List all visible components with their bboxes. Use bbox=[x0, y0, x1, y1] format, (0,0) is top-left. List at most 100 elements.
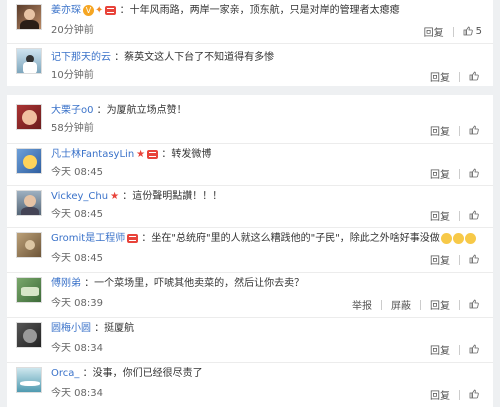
comment-text: ：一个菜场里，吓唬其他卖菜的，然后让你去卖？ bbox=[84, 278, 305, 289]
reply-button[interactable]: 回复 bbox=[427, 69, 453, 84]
comment-item: 凡士林FantasyLin ★ ：转发微博 今天 08:45 回复 bbox=[7, 143, 493, 185]
like-button[interactable]: 5 bbox=[460, 26, 485, 37]
comment-time: 今天 08:39 bbox=[51, 298, 103, 309]
username-link[interactable]: Gromit是工程师 bbox=[51, 233, 125, 244]
comment-line: 大栗子o0 ：为厦航立场点赞！ bbox=[51, 104, 483, 118]
comment-actions: 回复 bbox=[427, 252, 485, 267]
thumbs-up-icon bbox=[469, 210, 479, 220]
thumbs-up-icon bbox=[469, 125, 479, 135]
reply-button[interactable]: 回复 bbox=[427, 166, 453, 181]
comment-text: ：挺厦航 bbox=[94, 323, 135, 334]
like-button[interactable] bbox=[466, 125, 485, 136]
username-link[interactable]: 圆梅小圆 bbox=[51, 323, 91, 334]
avatar[interactable] bbox=[16, 190, 42, 216]
comment-line: 姜亦琛 V ✦ ：十年风雨路，两岸一家亲，顶东航，只是对岸的管理者太瘪瘪 bbox=[51, 4, 483, 18]
comment-time: 今天 08:34 bbox=[51, 343, 103, 354]
like-button[interactable] bbox=[466, 254, 485, 265]
comments-panel-bottom: 大栗子o0 ：为厦航立场点赞！ 58分钟前 回复 凡士林FantasyLin ★ … bbox=[7, 95, 493, 407]
comment-line: 圆梅小圆 ：挺厦航 bbox=[51, 322, 483, 336]
member-icon bbox=[127, 233, 139, 243]
emoji-icon bbox=[452, 232, 464, 244]
comment-line: Orca_ ：没事，你们已经很尽责了 bbox=[51, 367, 483, 381]
avatar[interactable] bbox=[16, 232, 42, 258]
like-button[interactable] bbox=[466, 71, 485, 82]
emoji-icon bbox=[440, 232, 452, 244]
report-button[interactable]: 举报 bbox=[349, 297, 375, 312]
divider bbox=[459, 254, 460, 265]
divider bbox=[459, 344, 460, 355]
comment-item: Vickey_Chu ★ ：這份聲明點讚！！！ 今天 08:45 回复 bbox=[7, 185, 493, 227]
thumbs-up-icon bbox=[469, 299, 479, 309]
avatar[interactable] bbox=[16, 4, 42, 30]
comment-actions: 回复 bbox=[427, 387, 485, 402]
username-link[interactable]: 凡士林FantasyLin bbox=[51, 149, 134, 160]
comment-actions: 回复 bbox=[427, 208, 485, 223]
block-button[interactable]: 屏蔽 bbox=[388, 297, 414, 312]
comment-actions: 回复 bbox=[427, 342, 485, 357]
comment-time: 今天 08:34 bbox=[51, 388, 103, 399]
comment-actions: 回复 bbox=[427, 69, 485, 84]
like-count: 5 bbox=[475, 26, 482, 37]
divider bbox=[459, 389, 460, 400]
reply-button[interactable]: 回复 bbox=[427, 297, 453, 312]
reply-button[interactable]: 回复 bbox=[427, 342, 453, 357]
star-icon: ★ bbox=[136, 149, 146, 160]
comment-line: 记下那天的云 ：蔡英文这人下台了不知道得有多惨 bbox=[51, 51, 483, 65]
comment-time: 今天 08:45 bbox=[51, 253, 103, 264]
username-link[interactable]: 记下那天的云 bbox=[51, 52, 111, 63]
avatar[interactable] bbox=[16, 104, 42, 130]
reply-button[interactable]: 回复 bbox=[427, 252, 453, 267]
username-link[interactable]: 大栗子o0 bbox=[51, 105, 93, 116]
avatar[interactable] bbox=[16, 322, 42, 348]
divider bbox=[420, 299, 421, 310]
avatar[interactable] bbox=[16, 148, 42, 174]
comment-text: ：为厦航立场点赞！ bbox=[96, 105, 187, 116]
comment-item: 姜亦琛 V ✦ ：十年风雨路，两岸一家亲，顶东航，只是对岸的管理者太瘪瘪 20分钟前… bbox=[7, 0, 493, 42]
avatar[interactable] bbox=[16, 277, 42, 303]
like-button[interactable] bbox=[466, 210, 485, 221]
comment-time: 10分钟前 bbox=[51, 70, 94, 81]
comment-text: ：蔡英文这人下台了不知道得有多惨 bbox=[114, 52, 275, 63]
like-button[interactable] bbox=[466, 168, 485, 179]
comment-line: 傅刚弟 ：一个菜场里，吓唬其他卖菜的，然后让你去卖？ bbox=[51, 277, 483, 291]
thumbs-up-icon bbox=[469, 344, 479, 354]
comment-text: ：没事，你们已经很尽责了 bbox=[82, 368, 203, 379]
divider bbox=[452, 26, 454, 37]
like-button[interactable] bbox=[466, 344, 485, 355]
comment-actions: 回复 5 bbox=[421, 24, 485, 39]
username-link[interactable]: Orca_ bbox=[51, 368, 79, 379]
username-link[interactable]: 姜亦琛 bbox=[51, 5, 81, 16]
divider bbox=[381, 299, 382, 310]
reply-button[interactable]: 回复 bbox=[427, 123, 453, 138]
divider bbox=[459, 210, 460, 221]
divider bbox=[459, 168, 460, 179]
reply-button[interactable]: 回复 bbox=[421, 24, 447, 39]
avatar[interactable] bbox=[16, 367, 42, 393]
divider bbox=[459, 299, 460, 310]
member-icon bbox=[105, 5, 117, 15]
username-link[interactable]: Vickey_Chu bbox=[51, 191, 108, 202]
comment-time: 58分钟前 bbox=[51, 123, 94, 134]
like-button[interactable] bbox=[466, 389, 485, 400]
comment-actions: 回复 bbox=[427, 123, 485, 138]
reply-button[interactable]: 回复 bbox=[427, 387, 453, 402]
thumbs-up-icon bbox=[469, 254, 479, 264]
comment-text: ：十年风雨路，两岸一家亲，顶东航，只是对岸的管理者太瘪瘪 bbox=[119, 5, 400, 16]
comment-time: 20分钟前 bbox=[51, 25, 94, 36]
comment-item: Gromit是工程师 ：坐在"总统府"里的人就这么糟践他的"子民"，除此之外啥好… bbox=[7, 227, 493, 272]
reply-button[interactable]: 回复 bbox=[427, 208, 453, 223]
comment-item: 傅刚弟 ：一个菜场里，吓唬其他卖菜的，然后让你去卖？ 今天 08:39 举报 屏… bbox=[7, 272, 493, 317]
comment-text: ：转发微博 bbox=[161, 149, 212, 160]
comment-item: 记下那天的云 ：蔡英文这人下台了不知道得有多惨 10分钟前 回复 bbox=[7, 43, 493, 87]
divider bbox=[459, 125, 460, 136]
username-link[interactable]: 傅刚弟 bbox=[51, 278, 81, 289]
thumbs-up-icon bbox=[463, 26, 473, 36]
verified-badge-icon: V bbox=[83, 4, 94, 16]
thumbs-up-icon bbox=[469, 71, 479, 81]
like-button[interactable] bbox=[466, 299, 485, 310]
divider bbox=[459, 71, 460, 82]
star-icon: ★ bbox=[110, 191, 120, 202]
avatar[interactable] bbox=[16, 48, 42, 74]
comment-line: Vickey_Chu ★ ：這份聲明點讚！！！ bbox=[51, 190, 483, 204]
thumbs-up-icon bbox=[469, 389, 479, 399]
